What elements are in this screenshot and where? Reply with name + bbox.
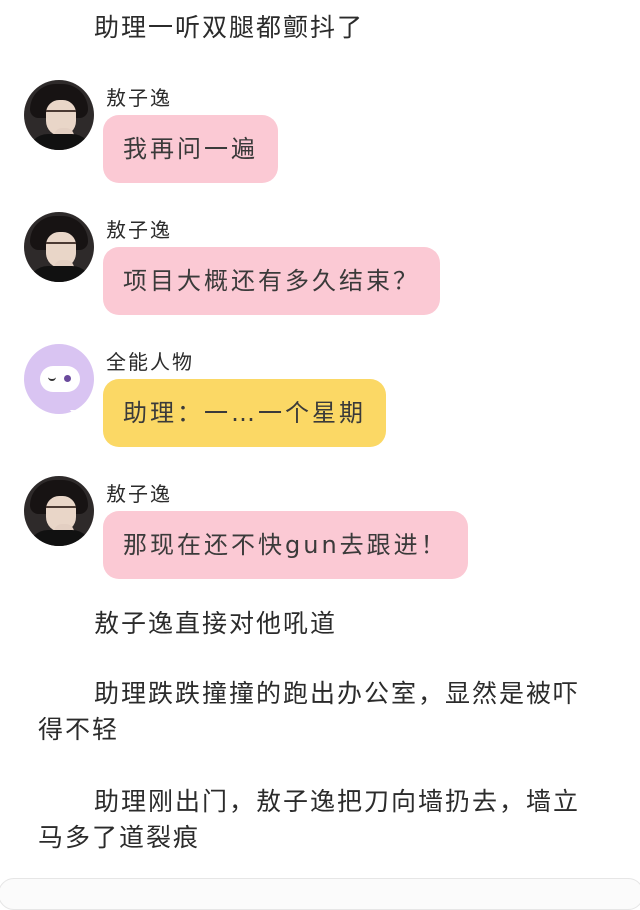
sender-name: 全能人物 xyxy=(106,350,194,374)
avatar[interactable] xyxy=(24,212,94,282)
narration-line: 敖子逸直接对他吼道 xyxy=(94,609,338,638)
speech-bubble-icon[interactable] xyxy=(24,344,94,414)
message-bubble[interactable]: 项目大概还有多久结束？ xyxy=(103,247,440,315)
avatar[interactable] xyxy=(24,80,94,150)
bottom-bar xyxy=(0,878,640,910)
message-bubble[interactable]: 助理：一…一个星期 xyxy=(103,379,386,447)
narration-line: 助理跌跌撞撞的跑出办公室，显然是被吓得不轻 xyxy=(38,679,581,744)
chat-message: 敖子逸 项目大概还有多久结束？ xyxy=(24,212,640,322)
chat-message: 敖子逸 那现在还不快gun去跟进！ xyxy=(24,476,640,586)
chat-message: 敖子逸 我再问一遍 xyxy=(24,80,640,190)
narration-line: 助理一听双腿都颤抖了 xyxy=(94,13,365,42)
avatar[interactable] xyxy=(24,476,94,546)
narration-line: 助理刚出门，敖子逸把刀向墙扔去，墙立马多了道裂痕 xyxy=(38,787,581,852)
sender-name: 敖子逸 xyxy=(106,218,172,242)
message-bubble[interactable]: 我再问一遍 xyxy=(103,115,278,183)
message-bubble[interactable]: 那现在还不快gun去跟进！ xyxy=(103,511,468,579)
chat-message: 全能人物 助理：一…一个星期 xyxy=(24,344,640,454)
sender-name: 敖子逸 xyxy=(106,482,172,506)
sender-name: 敖子逸 xyxy=(106,86,172,110)
